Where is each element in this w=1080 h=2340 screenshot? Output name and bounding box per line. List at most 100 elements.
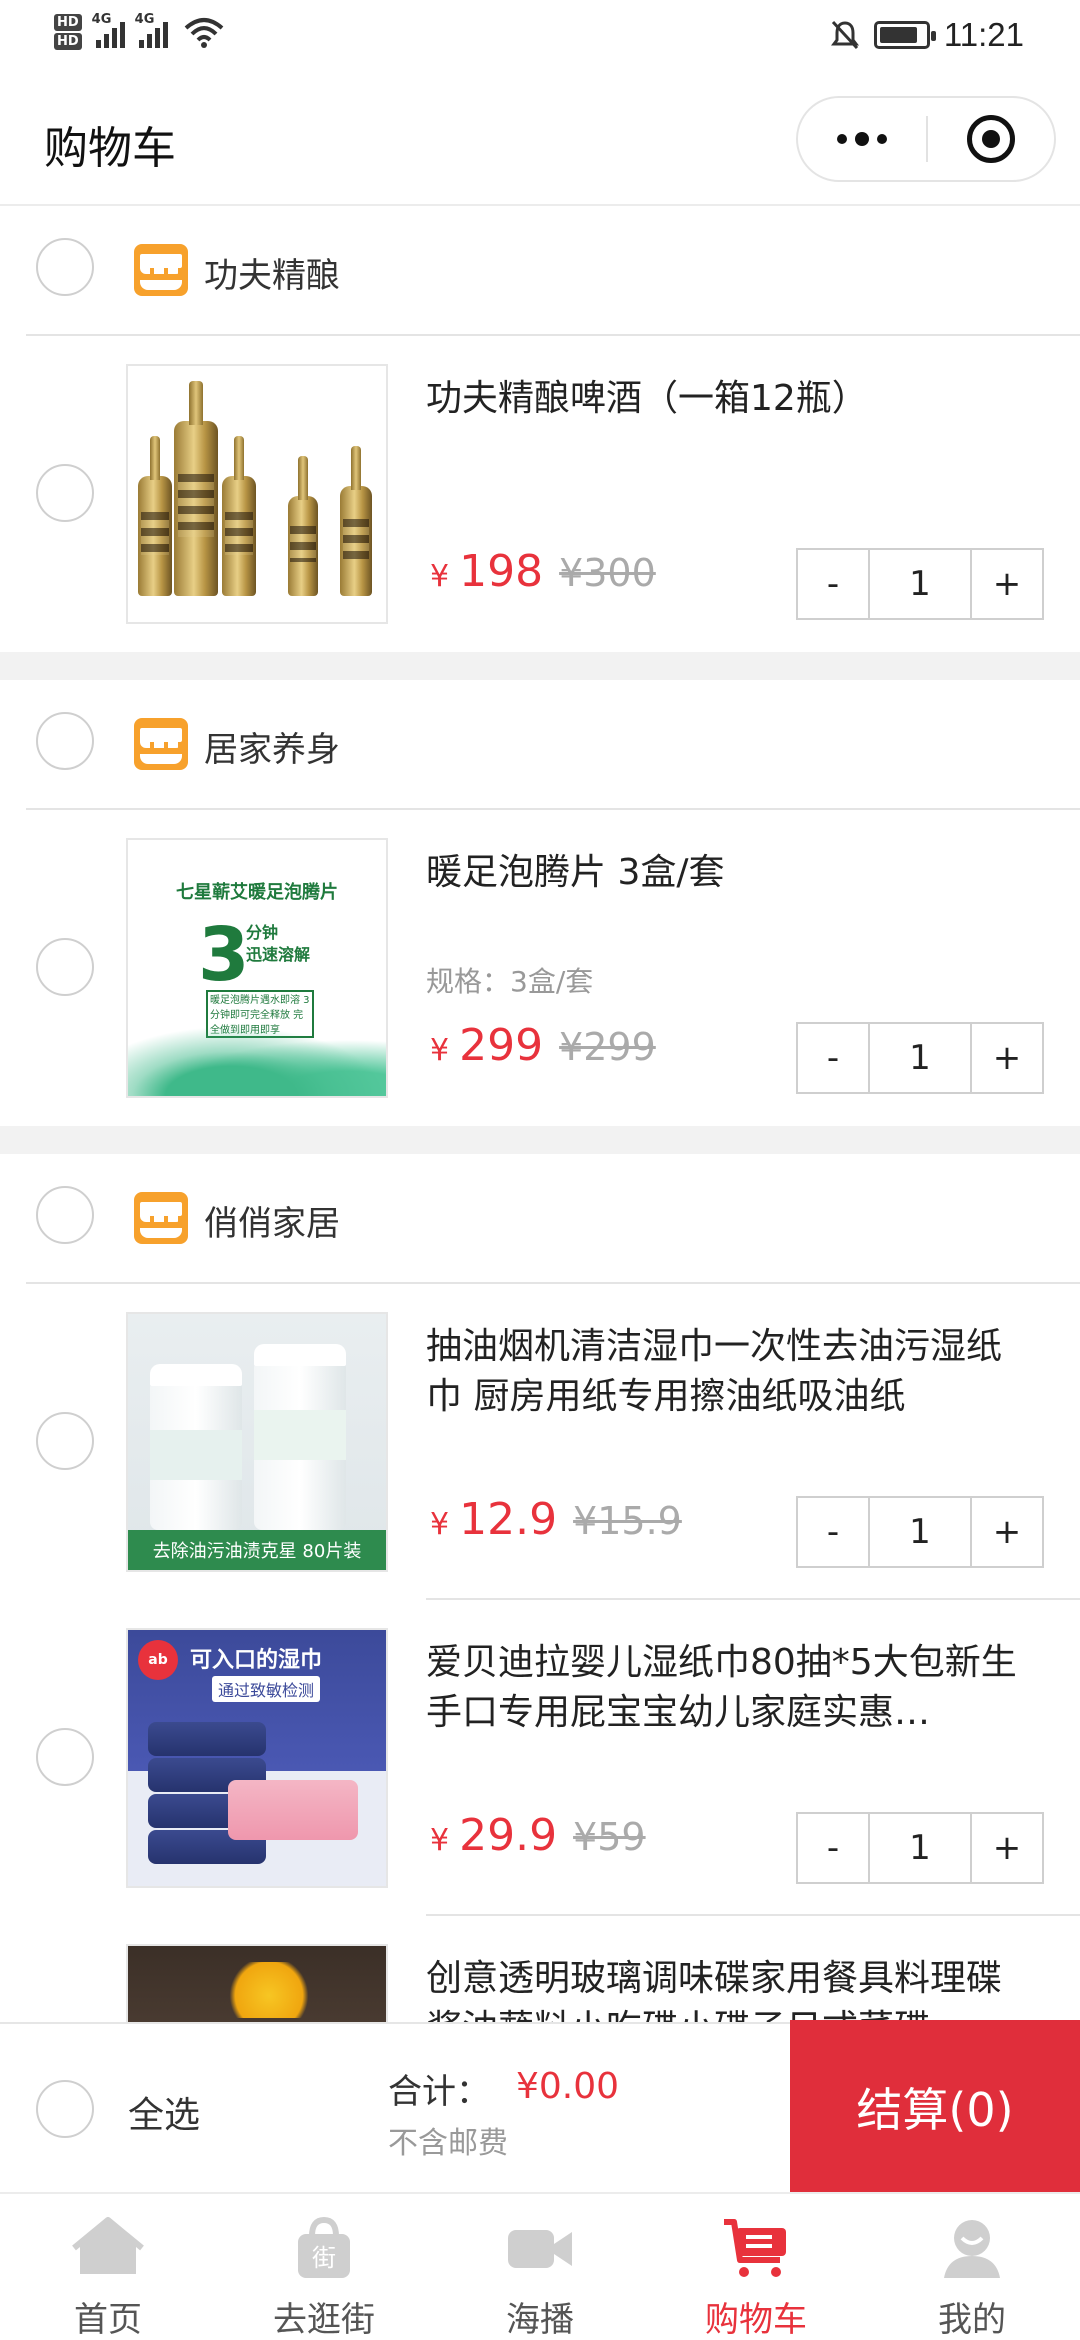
shop-icon [134,244,188,296]
nav-header: 购物车 [0,72,1080,206]
product-image[interactable] [126,1944,388,2022]
more-dot-icon [837,134,847,144]
currency-symbol: ¥ [430,559,450,594]
tab-home[interactable]: 首页 [0,2194,216,2340]
image-caption-line: 迅速溶解 [246,945,311,964]
store-header: 居家养身 [0,680,1080,810]
signal-icon-1: 4G [92,12,125,48]
quantity-stepper: - 1 + [796,1496,1044,1568]
currency-symbol: ¥ [430,1507,450,1542]
select-all-label[interactable]: 全选 [128,2086,200,2138]
checkout-button[interactable]: 结算(0) [790,2020,1080,2194]
cart-list[interactable]: 功夫精酿 功夫精酿啤酒（一箱12瓶） ¥ 198 ¥300 - 1 + 居家养身… [0,206,1080,2022]
signal-icon-2: 4G [135,12,168,48]
original-price: ¥299 [559,1025,656,1069]
product-image[interactable]: 七星蕲艾暖足泡腾片 3 分钟 迅速溶解 暖足泡腾片遇水即溶 3分钟即可完全释放 … [126,838,388,1098]
increase-button[interactable]: + [972,550,1042,618]
item-select-checkbox[interactable] [36,1728,94,1786]
store-name[interactable]: 居家养身 [204,722,340,771]
product-image[interactable]: ab 可入口的湿巾 通过致敏检测 [126,1628,388,1888]
image-caption: 3 [198,912,250,998]
status-bar: HD HD 4G 4G 11:21 [0,0,1080,72]
store-section: 俏俏家居 去除油污油渍克星 80片装 抽油烟机清洁湿巾一次性去油污湿纸巾 厨房用… [0,1154,1080,2022]
product-title[interactable]: 暖足泡腾片 3盒/套 [426,848,1026,898]
decrease-button[interactable]: - [798,550,868,618]
select-all-checkbox[interactable] [36,2080,94,2138]
quantity-input[interactable]: 1 [868,550,972,618]
cart-item: 功夫精酿啤酒（一箱12瓶） ¥ 198 ¥300 - 1 + [0,336,1080,652]
tab-live[interactable]: 海播 [432,2194,648,2340]
shop-icon [134,1192,188,1244]
close-mini-program-button[interactable] [928,98,1054,180]
store-select-checkbox[interactable] [36,712,94,770]
shopping-bag-icon: 街 [298,2216,350,2278]
price-group: ¥ 29.9 ¥59 [430,1810,646,1861]
cart-item: 创意透明玻璃调味碟家用餐具料理碟酱油蘸料小吃碟小碟子日式菜碟 [0,1916,1080,2022]
quantity-input[interactable]: 1 [868,1814,972,1882]
image-caption-line: 分钟 [246,923,279,942]
product-spec[interactable]: 规格：3盒/套 [426,960,593,1000]
image-caption: 去除油污油渍克星 80片装 [128,1530,386,1570]
hd-badge-2: HD [54,33,82,50]
product-title[interactable]: 创意透明玻璃调味碟家用餐具料理碟酱油蘸料小吃碟小碟子日式菜碟 [426,1954,1026,2022]
product-image[interactable]: 去除油污油渍克星 80片装 [126,1312,388,1572]
decrease-button[interactable]: - [798,1814,868,1882]
product-title[interactable]: 功夫精酿啤酒（一箱12瓶） [426,374,1026,424]
currency-symbol: ¥ [430,1823,450,1858]
tab-label: 海播 [506,2300,574,2340]
product-title[interactable]: 抽油烟机清洁湿巾一次性去油污湿纸巾 厨房用纸专用擦油纸吸油纸 [426,1322,1026,1422]
tab-label: 首页 [74,2300,142,2340]
tab-bar: 首页 街 去逛街 海播 购物车 我的 [0,2192,1080,2340]
total-amount: ¥0.00 [516,2066,620,2107]
store-select-checkbox[interactable] [36,238,94,296]
tab-label: 购物车 [705,2300,807,2340]
store-select-checkbox[interactable] [36,1186,94,1244]
product-title[interactable]: 爱贝迪拉婴儿湿纸巾80抽*5大包新生手口专用屁宝宝幼儿家庭实惠… [426,1638,1026,1738]
store-name[interactable]: 俏俏家居 [204,1196,340,1245]
clock: 11:21 [943,16,1024,53]
tab-cart[interactable]: 购物车 [648,2194,864,2340]
item-select-checkbox[interactable] [36,464,94,522]
status-right: 11:21 [830,16,1024,54]
increase-button[interactable]: + [972,1498,1042,1566]
increase-button[interactable]: + [972,1814,1042,1882]
tab-profile[interactable]: 我的 [864,2194,1080,2340]
original-price: ¥59 [573,1815,646,1859]
wifi-icon [184,18,223,48]
decrease-button[interactable]: - [798,1498,868,1566]
item-select-checkbox[interactable] [36,938,94,996]
decrease-button[interactable]: - [798,1024,868,1092]
image-logo: ab [138,1640,178,1680]
checkout-bar: 全选 合计： ¥0.00 不含邮费 结算(0) [0,2020,1080,2194]
store-name[interactable]: 功夫精酿 [204,248,340,297]
hd-indicators: HD HD [54,14,82,50]
current-price: 12.9 [459,1494,558,1545]
increase-button[interactable]: + [972,1024,1042,1092]
bell-muted-icon [830,20,859,50]
tab-browse[interactable]: 街 去逛街 [216,2194,432,2340]
svg-text:街: 街 [312,2244,336,2272]
section-gap [0,652,1080,680]
mini-program-capsule [796,96,1056,182]
cart-item: 去除油污油渍克星 80片装 抽油烟机清洁湿巾一次性去油污湿纸巾 厨房用纸专用擦油… [0,1284,1080,1600]
price-group: ¥ 299 ¥299 [430,1020,656,1071]
shipping-note: 不含邮费 [388,2126,508,2161]
cart-item: 七星蕲艾暖足泡腾片 3 分钟 迅速溶解 暖足泡腾片遇水即溶 3分钟即可完全释放 … [0,810,1080,1126]
original-price: ¥15.9 [573,1499,682,1543]
video-camera-icon [508,2230,572,2268]
tab-label: 去逛街 [273,2300,375,2340]
product-image[interactable] [126,364,388,624]
price-group: ¥ 198 ¥300 [430,546,656,597]
user-icon [944,2220,1000,2278]
image-caption: 可入口的湿巾 [190,1648,323,1673]
store-section: 居家养身 七星蕲艾暖足泡腾片 3 分钟 迅速溶解 暖足泡腾片遇水即溶 3分钟即可… [0,680,1080,1126]
quantity-input[interactable]: 1 [868,1024,972,1092]
cart-icon [724,2219,786,2277]
status-left: HD HD 4G 4G [54,12,224,50]
more-button[interactable] [798,98,926,180]
total-label: 合计： [388,2072,490,2112]
quantity-input[interactable]: 1 [868,1498,972,1566]
tab-label: 我的 [938,2300,1006,2340]
item-select-checkbox[interactable] [36,1412,94,1470]
target-icon [966,115,1015,163]
